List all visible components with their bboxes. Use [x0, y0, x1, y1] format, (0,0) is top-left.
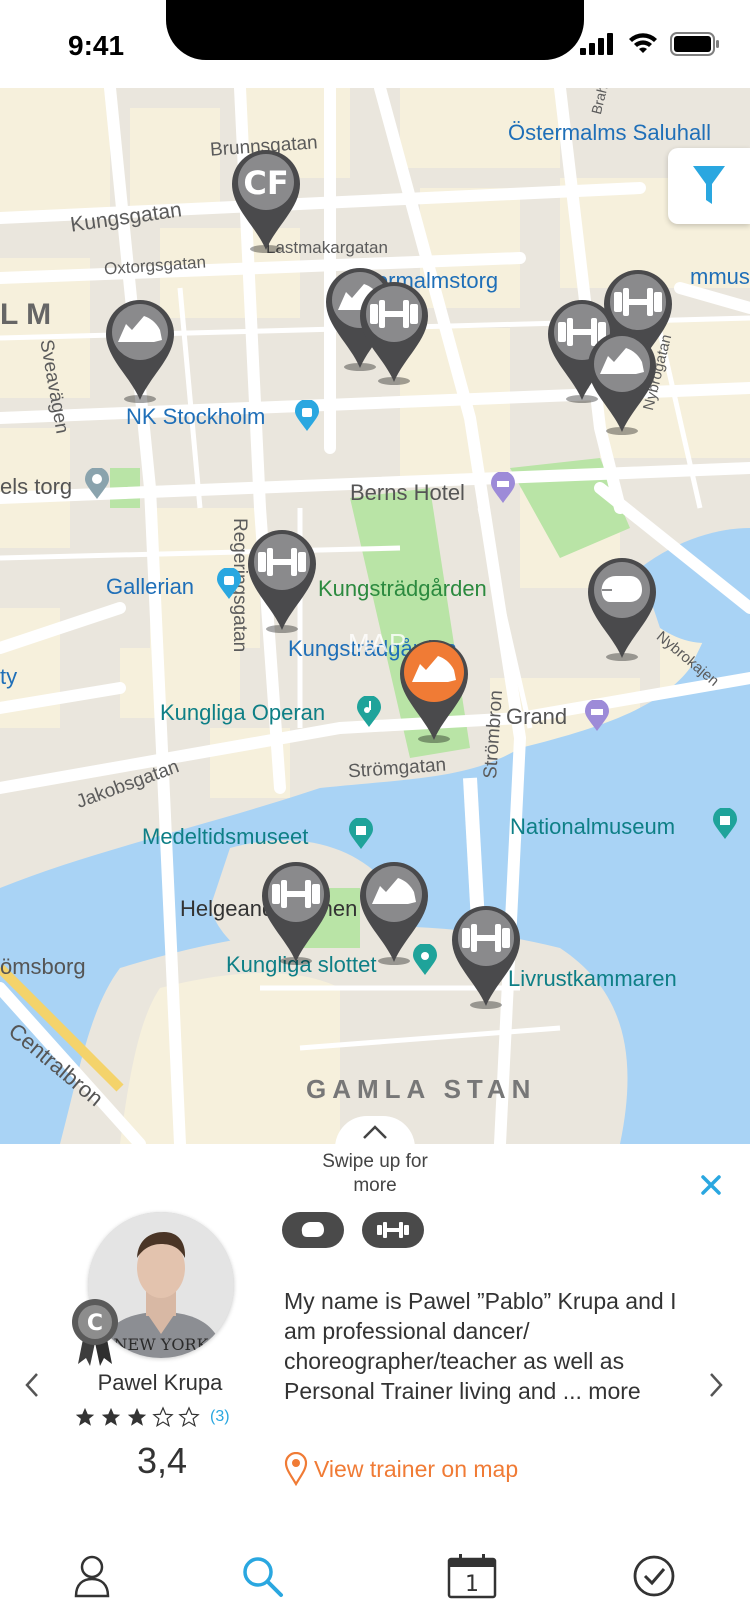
map-label-berns: Berns Hotel — [350, 480, 465, 505]
trainer-tags — [282, 1212, 424, 1248]
location-pin-icon — [284, 1452, 308, 1486]
nk-poi-icon — [295, 400, 319, 431]
boxing-glove-icon — [588, 558, 656, 661]
map-label-omsborg: ömsborg — [0, 954, 86, 979]
boxing-glove-icon — [301, 1222, 324, 1237]
wifi-icon — [629, 33, 657, 53]
map-label-gallerian: Gallerian — [106, 574, 195, 599]
certified-badge: C — [70, 1298, 120, 1368]
place-poi-icon — [85, 468, 109, 499]
view-trainer-on-map-link[interactable]: View trainer on map — [284, 1452, 518, 1486]
map-label-grand: Grand — [506, 704, 568, 729]
rating-stars: (3) — [74, 1406, 230, 1428]
tab-profile[interactable] — [62, 1546, 122, 1606]
map-pin-dumbbell-5[interactable] — [260, 858, 332, 968]
search-icon — [243, 1557, 283, 1597]
trainer-bio: My name is Pawel ”Pablo” Krupa and I am … — [284, 1286, 704, 1406]
crossfit-cf-icon: CF — [232, 150, 300, 253]
map-pin-crossfit[interactable]: CF — [230, 146, 302, 256]
map-label-nk: NK Stockholm — [126, 404, 266, 429]
profile-icon — [74, 1555, 110, 1598]
music-poi-icon — [357, 696, 381, 727]
dumbbell-icon — [377, 1222, 409, 1238]
trainer-name: Pawel Krupa — [97, 1370, 223, 1395]
sneaker-icon — [400, 640, 468, 743]
hotel-poi-icon — [491, 472, 515, 503]
map-pin-dumbbell-4[interactable] — [246, 526, 318, 636]
more-link[interactable]: more — [588, 1378, 640, 1404]
star-filled-icon — [75, 1407, 95, 1426]
map-label-livrustkammaren: Livrustkammaren — [508, 966, 677, 991]
view-map-label: View trainer on map — [314, 1455, 519, 1482]
status-bar: 9:41 — [0, 0, 750, 88]
next-trainer-button[interactable] — [708, 1372, 724, 1406]
tag-boxing — [282, 1212, 344, 1248]
map-view[interactable]: Östermalms Saluhall Brunnsgatan Kungsgat… — [0, 88, 750, 1144]
map-label-kungstradgarden: Kungsträdgården — [318, 576, 487, 601]
star-empty-icon — [178, 1406, 200, 1427]
map-label-ty: ty — [0, 664, 18, 689]
tab-completed[interactable] — [624, 1546, 684, 1606]
dumbbell-icon — [262, 862, 330, 965]
map-pin-sneaker-1[interactable] — [104, 296, 176, 406]
map-pin-dumbbell-6[interactable] — [450, 902, 522, 1012]
chevron-up-icon — [363, 1125, 387, 1139]
map-label-mmuse: mmuse — [690, 264, 750, 289]
tab-calendar[interactable]: 1 — [442, 1546, 502, 1606]
status-icons — [580, 32, 720, 56]
map-pin-sneaker-3[interactable] — [586, 328, 658, 438]
star-filled-icon — [127, 1407, 147, 1426]
star-empty-icon — [152, 1406, 174, 1427]
rating-count: (3) — [210, 1408, 230, 1425]
svg-text:CF: CF — [243, 164, 288, 202]
chevron-left-icon — [25, 1373, 38, 1397]
map-pin-sneaker-active[interactable] — [398, 636, 470, 746]
dumbbell-icon — [360, 282, 428, 385]
map-label-medeltidsmuseet: Medeltidsmuseet — [142, 824, 309, 849]
app-screen: 9:41 Östermalms Saluhall Brunnsgatan Kun… — [0, 0, 750, 1624]
map-label-gamla-stan: GAMLA STAN — [306, 1074, 537, 1104]
rating-value: 3,4 — [136, 1440, 188, 1481]
sneaker-icon — [106, 300, 174, 403]
tag-dumbbell — [362, 1212, 424, 1248]
close-icon — [701, 1175, 721, 1195]
tab-bar: 1 — [0, 1534, 750, 1624]
battery-icon — [670, 32, 719, 56]
close-button[interactable] — [700, 1166, 722, 1205]
award-badge-icon: C — [72, 1299, 118, 1366]
signal-icon — [580, 33, 613, 55]
sneaker-icon — [360, 862, 428, 965]
map-label-lm: L M — [0, 298, 52, 331]
calendar-icon: 1 — [447, 1554, 497, 1599]
map-label-els-torg: els torg — [0, 474, 73, 499]
star-filled-icon — [101, 1407, 121, 1426]
tab-search[interactable] — [232, 1546, 292, 1606]
nationalmuseum-poi-icon — [713, 808, 737, 839]
grand-hotel-poi-icon — [585, 700, 609, 731]
checkmark-circle-icon — [633, 1555, 675, 1597]
dumbbell-icon — [452, 906, 520, 1009]
sneaker-icon — [588, 332, 656, 435]
map-pin-dumbbell-1[interactable] — [358, 278, 430, 388]
chevron-right-icon — [710, 1373, 723, 1397]
swipe-hint: Swipe up for more — [322, 1151, 428, 1196]
map-label-nationalmuseum: Nationalmuseum — [510, 814, 676, 839]
map-pin-boxing[interactable] — [586, 554, 658, 664]
map-label-operan: Kungliga Operan — [160, 700, 326, 725]
dumbbell-icon — [248, 530, 316, 633]
map-pin-sneaker-4[interactable] — [358, 858, 430, 968]
svg-text:1: 1 — [465, 1572, 479, 1597]
filter-icon — [693, 166, 725, 204]
notch — [166, 0, 584, 60]
gallerian-poi-icon — [217, 568, 241, 599]
status-time: 9:41 — [68, 30, 125, 61]
previous-trainer-button[interactable] — [24, 1372, 40, 1406]
museum-poi-icon — [349, 818, 373, 849]
map-label-ostermalms: Östermalms Saluhall — [508, 120, 711, 145]
filter-button[interactable] — [668, 148, 750, 224]
svg-text:C: C — [87, 1311, 103, 1336]
